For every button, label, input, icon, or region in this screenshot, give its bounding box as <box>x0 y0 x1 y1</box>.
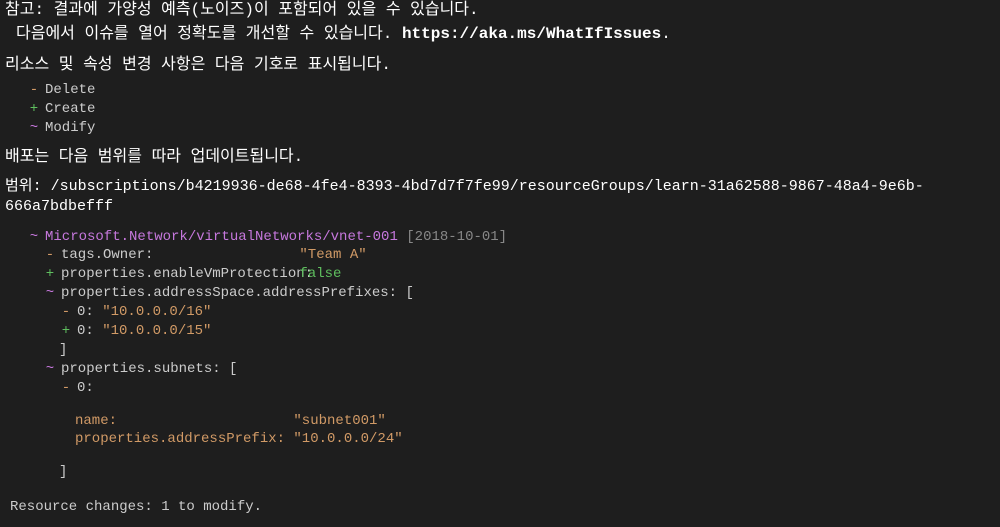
legend-create-label: Create <box>45 101 95 117</box>
minus-icon: - <box>43 246 57 265</box>
legend-title: 리소스 및 속성 변경 사항은 다음 기호로 표시됩니다. <box>5 55 995 77</box>
resource-id: Microsoft.Network/virtualNetworks/vnet-0… <box>45 229 398 245</box>
minus-icon: - <box>59 379 73 398</box>
improve-line: 다음에서 이슈를 열어 정확도를 개선할 수 있습니다. https://aka… <box>16 24 995 46</box>
summary-line: Resource changes: 1 to modify. <box>10 498 995 517</box>
prop-val: "subnet001" <box>293 413 385 429</box>
note-line: 참고: 결과에 가양성 예측(노이즈)이 포함되어 있을 수 있습니다. <box>5 0 995 22</box>
close-bracket: ] <box>59 463 995 482</box>
prop-val: false <box>299 266 341 282</box>
prop-subnets: ~properties.subnets: [ <box>43 360 995 379</box>
subnet-addr-prefix: properties.addressPrefix: "10.0.0.0/24" <box>75 430 995 449</box>
prop-address-prefixes: ~properties.addressSpace.addressPrefixes… <box>43 284 995 303</box>
scope-label: 범위: <box>5 178 42 195</box>
scope-path: /subscriptions/b4219936-de68-4fe4-8393-4… <box>5 178 924 215</box>
scope-line: 범위: /subscriptions/b4219936-de68-4fe4-83… <box>5 177 995 218</box>
legend-block: -Delete +Create ~Modify <box>27 81 995 138</box>
subnet-name: name: "subnet001" <box>75 412 995 431</box>
legend-delete-label: Delete <box>45 82 95 98</box>
close-bracket: ] <box>59 341 995 360</box>
prop-val: "10.0.0.0/24" <box>293 431 402 447</box>
legend-create: +Create <box>27 100 995 119</box>
minus-icon: - <box>27 81 41 100</box>
blank-line <box>5 449 995 463</box>
prop-key: properties.subnets: [ <box>61 361 237 377</box>
plus-icon: + <box>59 322 73 341</box>
prop-val: "10.0.0.0/16" <box>102 304 211 320</box>
subnet-delete: -0: <box>59 379 995 398</box>
plus-icon: + <box>43 265 57 284</box>
prop-val: "Team A" <box>299 247 366 263</box>
prop-key: properties.enableVmProtection: <box>61 265 291 284</box>
prop-key: 0: <box>77 380 94 396</box>
resource-api: [2018-10-01] <box>406 229 507 245</box>
prop-tags-owner: -tags.Owner: "Team A" <box>43 246 995 265</box>
prop-val: "10.0.0.0/15" <box>102 323 211 339</box>
prop-enable-vm: +properties.enableVmProtection: false <box>43 265 995 284</box>
prop-key: 0: <box>77 323 94 339</box>
legend-delete: -Delete <box>27 81 995 100</box>
prop-key: name: <box>75 412 285 431</box>
plus-icon: + <box>27 100 41 119</box>
minus-icon: - <box>59 303 73 322</box>
improve-suffix: . <box>661 25 671 43</box>
ap-delete: -0: "10.0.0.0/16" <box>59 303 995 322</box>
prop-key: properties.addressSpace.addressPrefixes:… <box>61 285 414 301</box>
prop-key: tags.Owner: <box>61 246 291 265</box>
tilde-icon: ~ <box>43 284 57 303</box>
blank-line <box>5 398 995 412</box>
tilde-icon: ~ <box>27 119 41 138</box>
prop-key: properties.addressPrefix: <box>75 430 285 449</box>
ap-add: +0: "10.0.0.0/15" <box>59 322 995 341</box>
deploy-title: 배포는 다음 범위를 따라 업데이트됩니다. <box>5 147 995 169</box>
legend-modify-label: Modify <box>45 120 95 136</box>
prop-key: 0: <box>77 304 94 320</box>
whatif-issues-link[interactable]: https://aka.ms/WhatIfIssues <box>402 25 661 43</box>
tilde-icon: ~ <box>27 228 41 247</box>
improve-prefix: 다음에서 이슈를 열어 정확도를 개선할 수 있습니다. <box>16 25 402 43</box>
legend-modify: ~Modify <box>27 119 995 138</box>
resource-header: ~Microsoft.Network/virtualNetworks/vnet-… <box>27 228 995 247</box>
tilde-icon: ~ <box>43 360 57 379</box>
